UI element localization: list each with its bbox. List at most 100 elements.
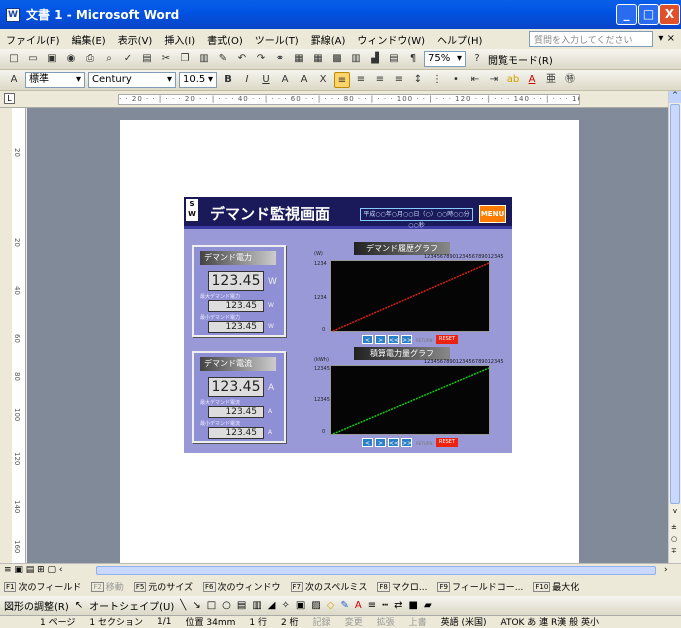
status-rec[interactable]: 記録 xyxy=(313,615,331,628)
next-page-icon[interactable]: ∓ xyxy=(671,547,677,555)
menu-window[interactable]: ウィンドウ(W) xyxy=(357,32,425,47)
menu-edit[interactable]: 編集(E) xyxy=(72,32,106,47)
insert-table-icon[interactable]: ▦ xyxy=(310,51,326,67)
char-shading-icon[interactable]: A xyxy=(296,72,312,88)
fn-key-f7[interactable]: F7 次のスペルミス xyxy=(290,580,367,593)
align-left-icon[interactable]: ≡ xyxy=(334,72,350,88)
scroll-right-icon[interactable]: › xyxy=(664,565,668,575)
embedded-image[interactable]: S W デマンド監視画面 平成○○年○月○○日（○）○○時○○分○○秒 MENU… xyxy=(184,197,512,453)
font-select[interactable]: Century ▾ xyxy=(88,72,176,88)
help-icon[interactable]: ? xyxy=(469,51,485,67)
draw-adjust-menu[interactable]: 図形の調整(R) xyxy=(4,598,69,613)
insert-excel-icon[interactable]: ▩ xyxy=(329,51,345,67)
scroll-down-icon[interactable]: v xyxy=(669,507,681,519)
shadow-icon[interactable]: ■ xyxy=(409,600,418,611)
highlight-icon[interactable]: ab xyxy=(505,72,521,88)
menu-view[interactable]: 表示(V) xyxy=(118,32,153,47)
dash-style-icon[interactable]: ┅ xyxy=(382,600,388,611)
minimize-button[interactable]: _ xyxy=(616,4,637,25)
font-color-icon[interactable]: A xyxy=(355,600,362,611)
fn-key-f10[interactable]: F10 最大化 xyxy=(533,580,579,593)
numbering-icon[interactable]: ⋮ xyxy=(429,72,445,88)
bullets-icon[interactable]: • xyxy=(448,72,464,88)
spelling-icon[interactable]: ✓ xyxy=(120,51,136,67)
autoshape-menu[interactable]: オートシェイプ(U) xyxy=(89,598,174,613)
format-painter-icon[interactable]: ✎ xyxy=(215,51,231,67)
line-color-icon[interactable]: ✎ xyxy=(341,600,349,611)
close-document-button[interactable]: ▾ × xyxy=(658,33,675,44)
browse-object-icon[interactable]: ○ xyxy=(671,535,677,543)
char-scale-icon[interactable]: X xyxy=(315,72,331,88)
font-size-select[interactable]: 10.5 ▾ xyxy=(179,72,217,88)
word-icon[interactable]: W xyxy=(6,7,20,22)
tab-selector[interactable]: L xyxy=(4,93,15,104)
wordart-icon[interactable]: ◢ xyxy=(268,600,276,611)
new-icon[interactable]: □ xyxy=(6,51,22,67)
research-icon[interactable]: ▤ xyxy=(139,51,155,67)
undo-icon[interactable]: ↶ xyxy=(234,51,250,67)
view-buttons[interactable]: ≡ ▣ ▤ ⊞ ▢ ‹ xyxy=(4,565,63,575)
redo-icon[interactable]: ↷ xyxy=(253,51,269,67)
justify-icon[interactable]: ≡ xyxy=(391,72,407,88)
font-color-icon[interactable]: A xyxy=(524,72,540,88)
tables-borders-icon[interactable]: ▦ xyxy=(291,51,307,67)
fn-key-f1[interactable]: F1 次のフィールド xyxy=(4,580,81,593)
maximize-button[interactable]: □ xyxy=(638,4,659,25)
zoom-select[interactable]: 75% ▾ xyxy=(424,51,466,67)
columns-icon[interactable]: ▥ xyxy=(348,51,364,67)
line-style-icon[interactable]: ≡ xyxy=(368,600,376,611)
drawing-icon[interactable]: ▟ xyxy=(367,51,383,67)
menu-tools[interactable]: ツール(T) xyxy=(255,32,299,47)
decrease-indent-icon[interactable]: ⇤ xyxy=(467,72,483,88)
rectangle-icon[interactable]: □ xyxy=(207,600,216,611)
horizontal-scrollbar[interactable]: ≡ ▣ ▤ ⊞ ▢ ‹ › xyxy=(0,563,681,577)
menu-file[interactable]: ファイル(F) xyxy=(6,32,60,47)
fill-color-icon[interactable]: ◇ xyxy=(327,600,335,611)
copy-icon[interactable]: ❐ xyxy=(177,51,193,67)
close-button[interactable]: X xyxy=(659,4,680,25)
3d-icon[interactable]: ▰ xyxy=(424,600,432,611)
align-center-icon[interactable]: ≡ xyxy=(353,72,369,88)
fn-key-f6[interactable]: F6 次のウィンドウ xyxy=(203,580,281,593)
style-select[interactable]: 標準 ▾ xyxy=(25,72,85,88)
fn-key-f5[interactable]: F5 元のサイズ xyxy=(133,580,193,593)
paste-icon[interactable]: ▥ xyxy=(196,51,212,67)
status-ime[interactable]: ATOK あ 連 R漢 般 英小 xyxy=(501,615,600,628)
print-icon[interactable]: ⎙ xyxy=(82,51,98,67)
document-map-icon[interactable]: ▤ xyxy=(386,51,402,67)
status-ext[interactable]: 拡張 xyxy=(377,615,395,628)
fn-key-f9[interactable]: F9 フィールドコー... xyxy=(437,580,523,593)
cut-icon[interactable]: ✂ xyxy=(158,51,174,67)
textbox-icon[interactable]: ▤ xyxy=(237,600,246,611)
phonetic-icon[interactable]: 亜 xyxy=(543,72,559,88)
horizontal-ruler[interactable]: L · · 20 · · | · · · 20 · · | · · · 40 ·… xyxy=(0,91,681,108)
permission-icon[interactable]: ◉ xyxy=(63,51,79,67)
fn-key-f8[interactable]: F8 マクロ... xyxy=(377,580,427,593)
arrow-style-icon[interactable]: ⇄ xyxy=(394,600,402,611)
diagram-icon[interactable]: ✧ xyxy=(282,600,290,611)
italic-button[interactable]: I xyxy=(239,72,255,88)
fn-key-f2[interactable]: F2 移動 xyxy=(91,580,124,593)
increase-indent-icon[interactable]: ⇥ xyxy=(486,72,502,88)
oval-icon[interactable]: ○ xyxy=(222,600,231,611)
underline-button[interactable]: U xyxy=(258,72,274,88)
line-spacing-icon[interactable]: ↕ xyxy=(410,72,426,88)
menu-insert[interactable]: 挿入(I) xyxy=(164,32,195,47)
picture-icon[interactable]: ▨ xyxy=(311,600,320,611)
scroll-thumb[interactable] xyxy=(670,104,680,504)
status-trk[interactable]: 変更 xyxy=(345,615,363,628)
align-right-icon[interactable]: ≡ xyxy=(372,72,388,88)
save-icon[interactable]: ▣ xyxy=(44,51,60,67)
menu-table[interactable]: 罫線(A) xyxy=(311,32,346,47)
prev-page-icon[interactable]: ± xyxy=(671,523,677,531)
menu-help[interactable]: ヘルプ(H) xyxy=(437,32,482,47)
styles-icon[interactable]: A xyxy=(6,72,22,88)
clipart-icon[interactable]: ▣ xyxy=(296,600,305,611)
char-border-icon[interactable]: A xyxy=(277,72,293,88)
document-page[interactable]: S W デマンド監視画面 平成○○年○月○○日（○）○○時○○分○○秒 MENU… xyxy=(120,120,579,563)
menu-format[interactable]: 書式(O) xyxy=(207,32,243,47)
hscroll-thumb[interactable] xyxy=(96,566,656,575)
select-objects-icon[interactable]: ↖ xyxy=(75,600,83,611)
status-ovr[interactable]: 上書 xyxy=(409,615,427,628)
open-icon[interactable]: ▭ xyxy=(25,51,41,67)
